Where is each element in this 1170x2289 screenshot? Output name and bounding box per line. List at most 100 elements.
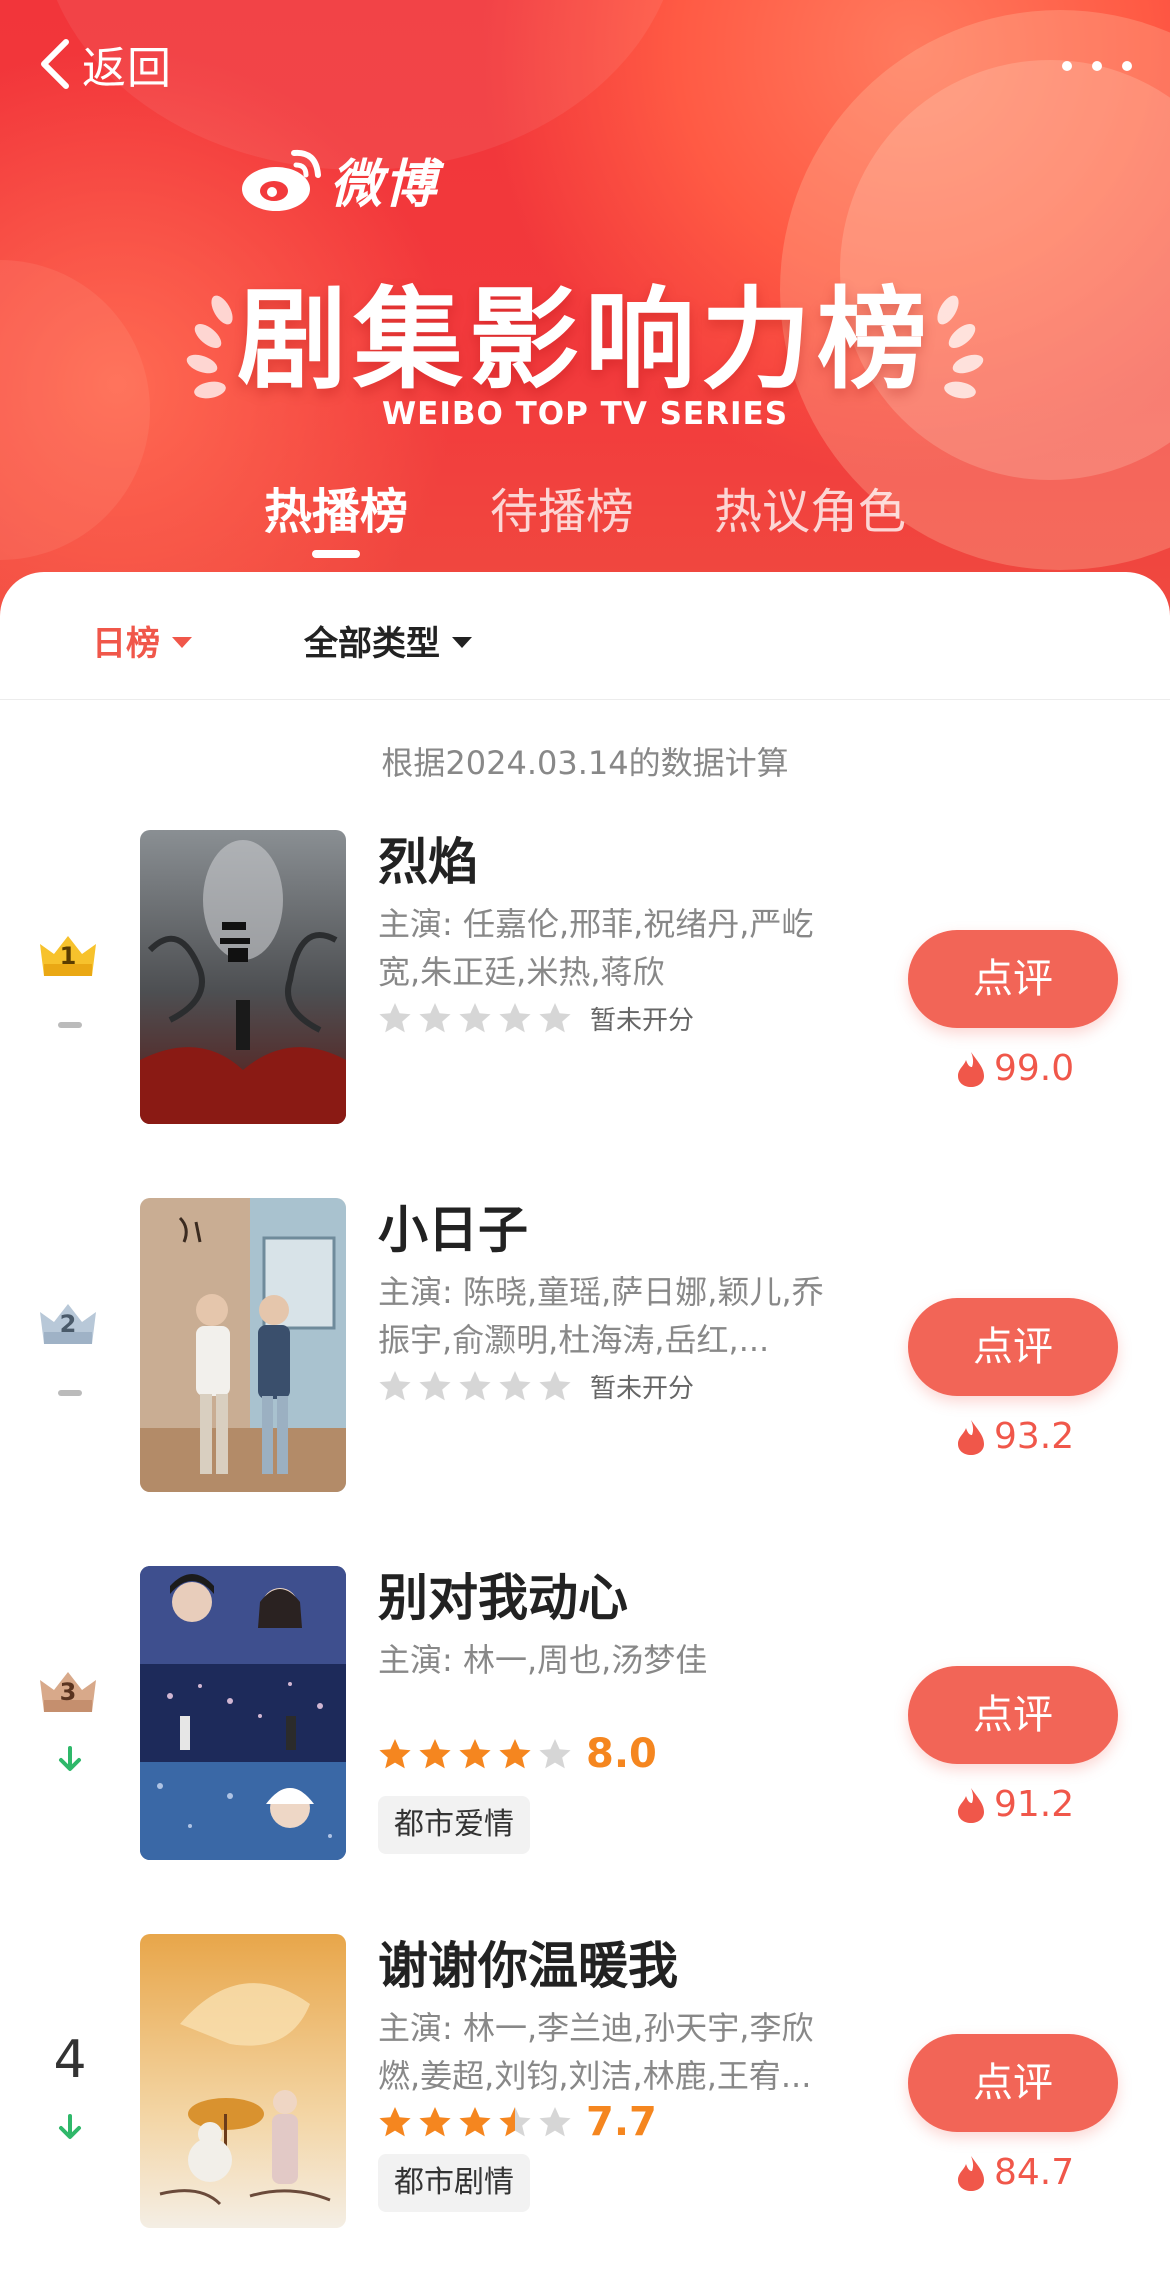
rank-column: 2 bbox=[30, 1198, 110, 1498]
gold-crown-icon: 1 bbox=[38, 930, 98, 978]
trend-down-arrow-icon bbox=[59, 1746, 81, 1771]
flame-icon bbox=[958, 2155, 984, 2191]
review-button[interactable]: 点评 bbox=[908, 2034, 1118, 2132]
poster-image[interactable] bbox=[140, 830, 346, 1124]
header-banner: 返回 微博 剧集影响力榜 WEIBO TOP TV SERIES 热播榜 待播榜… bbox=[0, 0, 1170, 620]
tab-hot-characters[interactable]: 热议角色 bbox=[714, 472, 906, 542]
tab-upcoming[interactable]: 待播榜 bbox=[490, 472, 634, 542]
rank-number: 2 bbox=[59, 1310, 77, 1338]
rating-row: 暂未开分 bbox=[378, 998, 838, 1038]
show-title[interactable]: 别对我动心 bbox=[378, 1566, 838, 1630]
star-icon bbox=[419, 2107, 451, 2137]
poster-image[interactable] bbox=[140, 1566, 346, 1860]
cast-list: 主演: 任嘉伦,邢菲,祝绪丹,严屹宽,朱正廷,米热,蒋欣 bbox=[378, 905, 814, 991]
cast-list: 主演: 陈晓,童瑶,萨日娜,颖儿,乔振宇,俞灏明,杜海涛,岳红,... bbox=[378, 1273, 824, 1359]
show-title[interactable]: 小日子 bbox=[378, 1198, 838, 1262]
score-value: 8.0 bbox=[586, 1731, 657, 1777]
star-rating bbox=[378, 1001, 572, 1035]
star-icon bbox=[419, 1739, 451, 1769]
star-icon bbox=[379, 1003, 411, 1033]
heat-value: 93.2 bbox=[994, 1416, 1075, 1457]
rank-number: 1 bbox=[59, 942, 77, 970]
star-icon bbox=[379, 1739, 411, 1769]
show-title[interactable]: 烈焰 bbox=[378, 830, 838, 894]
heat-value: 99.0 bbox=[994, 1048, 1075, 1089]
star-icon bbox=[499, 1003, 531, 1033]
item-info: 烈焰 主演: 任嘉伦,邢菲,祝绪丹,严屹宽,朱正廷,米热,蒋欣 暂未开分 bbox=[378, 830, 838, 1038]
genre-tag[interactable]: 都市爱情 bbox=[378, 1796, 530, 1854]
star-icon bbox=[459, 1371, 491, 1401]
more-dot-icon bbox=[1062, 61, 1072, 71]
heat-score: 91.2 bbox=[956, 1784, 1074, 1825]
star-icon bbox=[419, 1003, 451, 1033]
heat-value: 84.7 bbox=[994, 2152, 1075, 2193]
flame-icon bbox=[958, 1051, 984, 1087]
show-title[interactable]: 谢谢你温暖我 bbox=[378, 1934, 838, 1998]
flame-icon bbox=[958, 1419, 984, 1455]
category-filter-dropdown[interactable]: 全部类型 bbox=[304, 616, 472, 665]
list-item: 4 谢谢你温暖我 主演: 林一,李兰迪,孙天宇,李欣燃,姜超,刘钧,刘洁,林鹿,… bbox=[0, 1934, 1170, 2234]
list-item: 1 烈焰 主演: 任嘉伦,邢菲,祝绪丹,严屹宽,朱正廷,米热,蒋欣 暂未开分 点… bbox=[0, 830, 1170, 1130]
back-label: 返回 bbox=[82, 43, 172, 94]
star-rating bbox=[378, 1369, 572, 1403]
ranking-card: 日榜 全部类型 根据2024.03.14的数据计算 1 烈焰 主演: 任嘉伦,邢… bbox=[0, 572, 1170, 2289]
active-tab-indicator bbox=[312, 550, 360, 558]
review-button[interactable]: 点评 bbox=[908, 1298, 1118, 1396]
item-info: 小日子 主演: 陈晓,童瑶,萨日娜,颖儿,乔振宇,俞灏明,杜海涛,岳红,... … bbox=[378, 1198, 838, 1406]
logo-text: 微博 bbox=[330, 155, 439, 215]
star-icon bbox=[499, 1739, 531, 1769]
item-info: 谢谢你温暖我 主演: 林一,李兰迪,孙天宇,李欣燃,姜超,刘钧,刘洁,林鹿,王宥… bbox=[378, 1934, 838, 2212]
heat-score: 84.7 bbox=[956, 2152, 1074, 2193]
score-text: 暂未开分 bbox=[590, 1373, 695, 1404]
trend-down-arrow-icon bbox=[59, 2114, 81, 2139]
caret-down-icon bbox=[172, 637, 192, 648]
cast-list: 主演: 林一,李兰迪,孙天宇,李欣燃,姜超,刘钧,刘洁,林鹿,王宥... bbox=[378, 2009, 814, 2095]
period-filter-dropdown[interactable]: 日榜 bbox=[92, 616, 192, 665]
star-icon bbox=[539, 2107, 571, 2137]
weibo-eye-icon bbox=[242, 149, 321, 211]
star-rating bbox=[378, 2105, 572, 2139]
star-icon bbox=[459, 1003, 491, 1033]
score-value: 7.7 bbox=[586, 2099, 657, 2145]
heat-score: 93.2 bbox=[956, 1416, 1074, 1457]
chevron-left-icon bbox=[41, 39, 69, 89]
cast-list: 主演: 林一,周也,汤梦佳 bbox=[378, 1641, 708, 1679]
poster-image[interactable] bbox=[140, 1934, 346, 2228]
genre-tag[interactable]: 都市剧情 bbox=[378, 2154, 530, 2212]
rank-number: 3 bbox=[59, 1678, 77, 1706]
silver-crown-icon: 2 bbox=[38, 1298, 98, 1346]
rank-column: 3 bbox=[30, 1566, 110, 1866]
tab-hot-playing[interactable]: 热播榜 bbox=[264, 472, 408, 542]
rating-row: 8.0 bbox=[378, 1731, 838, 1777]
star-icon bbox=[459, 2107, 491, 2137]
rating-row: 7.7 bbox=[378, 2099, 838, 2145]
star-icon bbox=[459, 1739, 491, 1769]
star-icon bbox=[539, 1003, 571, 1033]
star-icon bbox=[499, 2107, 531, 2137]
trend-flat-icon bbox=[58, 1022, 82, 1028]
trend-flat-icon bbox=[58, 1390, 82, 1396]
heat-value: 91.2 bbox=[994, 1784, 1075, 1825]
star-icon bbox=[379, 1371, 411, 1401]
heat-score: 99.0 bbox=[956, 1048, 1074, 1089]
bronze-crown-icon: 3 bbox=[38, 1666, 98, 1714]
score-text: 暂未开分 bbox=[590, 1005, 695, 1036]
data-date-note: 根据2024.03.14的数据计算 bbox=[381, 744, 789, 782]
review-button[interactable]: 点评 bbox=[908, 930, 1118, 1028]
poster-image[interactable] bbox=[140, 1198, 346, 1492]
more-dot-icon bbox=[1092, 61, 1102, 71]
star-icon bbox=[499, 1371, 531, 1401]
more-options-button[interactable] bbox=[1062, 46, 1132, 86]
list-item: 2 小日子 主演: 陈晓,童瑶,萨日娜,颖儿,乔振宇,俞灏明,杜海涛,岳红,..… bbox=[0, 1198, 1170, 1498]
flame-icon bbox=[958, 1787, 984, 1823]
caret-down-icon bbox=[452, 637, 472, 648]
review-button[interactable]: 点评 bbox=[908, 1666, 1118, 1764]
rank-column: 1 bbox=[30, 830, 110, 1130]
item-info: 别对我动心 主演: 林一,周也,汤梦佳 8.0 都市爱情 bbox=[378, 1566, 838, 1854]
list-item: 3 别对我动心 主演: 林一,周也,汤梦佳 8.0 都市爱情 点评 91.2 bbox=[0, 1566, 1170, 1866]
back-button[interactable]: 返回 bbox=[36, 34, 172, 94]
star-icon bbox=[539, 1371, 571, 1401]
page-title: 剧集影响力榜 bbox=[237, 276, 933, 404]
rank-number: 4 bbox=[53, 2030, 87, 2090]
weibo-logo: 微博 bbox=[238, 142, 438, 217]
